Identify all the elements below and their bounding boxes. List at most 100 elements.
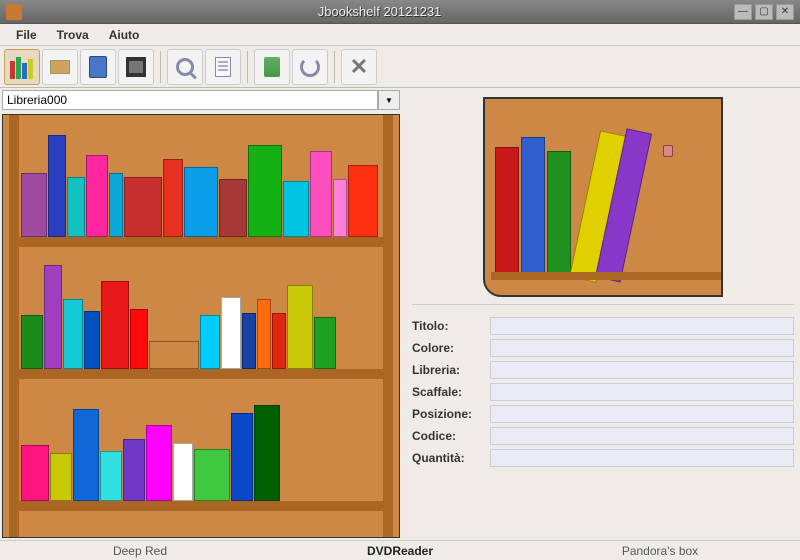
detail-label: Posizione: [412,407,490,421]
preview-area [412,90,794,305]
book-spine[interactable] [73,409,99,501]
toolbar-refresh-button[interactable] [292,49,328,85]
book-spine[interactable] [184,167,218,237]
toolbar: ✕ [0,46,800,88]
book-spine[interactable] [242,313,256,369]
detail-row: Codice: [412,427,794,445]
book-spine[interactable] [130,309,148,369]
detail-value-field[interactable] [490,317,794,335]
detail-row: Quantità: [412,449,794,467]
detail-label: Quantità: [412,451,490,465]
book-spine[interactable] [310,151,332,237]
toolbar-doc-button[interactable] [205,49,241,85]
book-spine[interactable] [146,425,172,501]
book-spine[interactable] [219,179,247,237]
box-icon [50,60,70,74]
detail-label: Colore: [412,341,490,355]
mini-bookshelf-icon [483,97,723,297]
content-area: ▼ Titolo: Colore: Libreria: Scaffale: Posizi… [0,88,800,540]
toolbar-book-button[interactable] [80,49,116,85]
book-spine[interactable] [86,155,108,237]
shelf-row [19,115,383,247]
maximize-button[interactable]: ▢ [755,4,773,20]
status-center: DVDReader [270,544,530,558]
detail-value-field[interactable] [490,427,794,445]
book-spine[interactable] [314,317,336,369]
window-title: Jbookshelf 20121231 [28,4,731,19]
film-icon [126,57,146,77]
book-spine[interactable] [67,177,85,237]
book-spine[interactable] [84,311,100,369]
shelf-row [19,247,383,379]
book-spine[interactable] [101,281,129,369]
book-spine[interactable] [283,181,309,237]
toolbar-separator [160,51,161,83]
detail-label: Codice: [412,429,490,443]
book-spine[interactable] [123,439,145,501]
close-window-button[interactable]: ✕ [776,4,794,20]
book-spine[interactable] [109,173,123,237]
bookshelf-view[interactable] [2,114,400,538]
toolbar-search-button[interactable] [167,49,203,85]
book-spine[interactable] [63,299,83,369]
library-selector: ▼ [2,90,400,110]
book-spine[interactable] [287,285,313,369]
book-spine[interactable] [348,165,378,237]
detail-value-field[interactable] [490,339,794,357]
minimize-button[interactable]: — [734,4,752,20]
detail-value-field[interactable] [490,383,794,401]
book-spine[interactable] [173,443,193,501]
book-spine[interactable] [124,177,162,237]
toolbar-separator [247,51,248,83]
detail-row: Posizione: [412,405,794,423]
detail-row: Scaffale: [412,383,794,401]
books-icon [10,55,34,79]
book-spine[interactable] [221,297,241,369]
book-spine[interactable] [194,449,230,501]
book-spine[interactable] [48,135,66,237]
detail-label: Scaffale: [412,385,490,399]
detail-label: Titolo: [412,319,490,333]
menubar: File Trova Aiuto [0,24,800,46]
toolbar-delete-button[interactable]: ✕ [341,49,377,85]
book-spine[interactable] [100,451,122,501]
book-spine[interactable] [21,445,49,501]
refresh-icon [300,57,320,77]
book-spine[interactable] [248,145,282,237]
toolbar-box-button[interactable] [42,49,78,85]
trash-icon [264,57,280,77]
toolbar-film-button[interactable] [118,49,154,85]
detail-value-field[interactable] [490,405,794,423]
portrait-icon [663,145,673,157]
statusbar: Deep Red DVDReader Pandora's box [0,540,800,560]
detail-row: Libreria: [412,361,794,379]
book-spine[interactable] [257,299,271,369]
book-spine[interactable] [272,313,286,369]
book-spine[interactable] [333,179,347,237]
book-spine[interactable] [200,315,220,369]
toolbar-books-button[interactable] [4,49,40,85]
detail-row: Colore: [412,339,794,357]
book-spine[interactable] [163,159,183,237]
book-spine[interactable] [149,341,199,369]
detail-value-field[interactable] [490,449,794,467]
book-spine[interactable] [21,315,43,369]
menu-aiuto[interactable]: Aiuto [99,26,150,44]
book-spine[interactable] [44,265,62,369]
book-spine[interactable] [231,413,253,501]
menu-file[interactable]: File [6,26,47,44]
book-spine[interactable] [254,405,280,501]
toolbar-separator [334,51,335,83]
book-spine[interactable] [50,453,72,501]
menu-trova[interactable]: Trova [47,26,99,44]
detail-value-field[interactable] [490,361,794,379]
preview-book [521,137,545,277]
titlebar: Jbookshelf 20121231 — ▢ ✕ [0,0,800,24]
library-dropdown-button[interactable]: ▼ [378,90,400,110]
toolbar-trash-button[interactable] [254,49,290,85]
status-left: Deep Red [10,544,270,558]
book-spine[interactable] [21,173,47,237]
status-right: Pandora's box [530,544,790,558]
book-icon [89,56,107,78]
library-input[interactable] [2,90,378,110]
